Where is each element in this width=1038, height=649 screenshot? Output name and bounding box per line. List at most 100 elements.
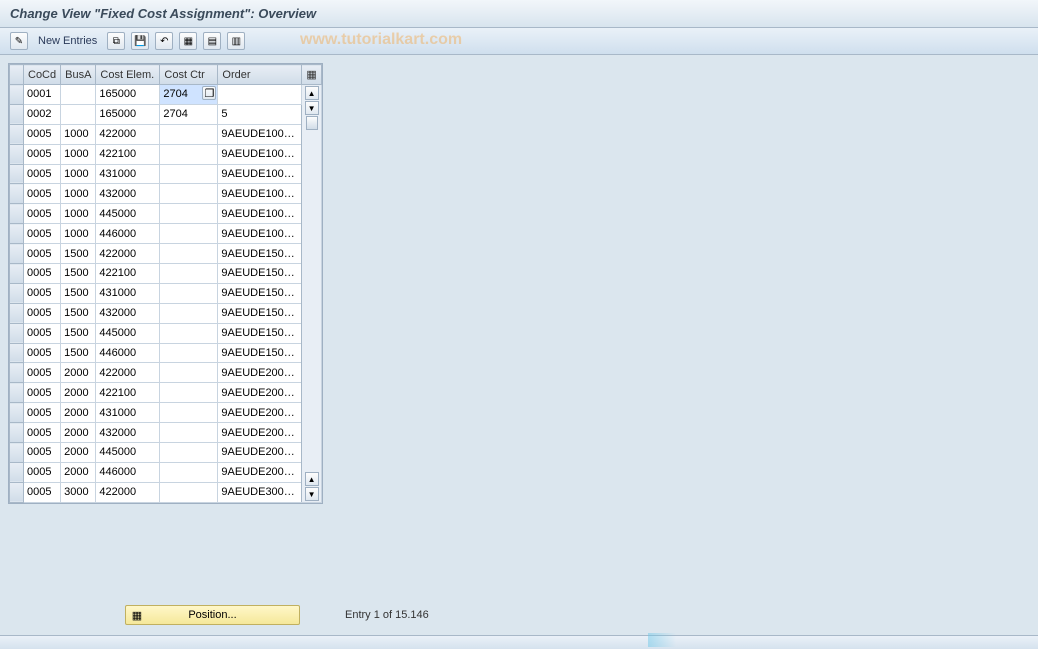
cell-order[interactable]: 9AEUDE100… bbox=[218, 184, 302, 204]
cell-busa[interactable]: 2000 bbox=[61, 462, 96, 482]
scroll-thumb[interactable] bbox=[306, 116, 318, 130]
cell-order[interactable]: 9AEUDE150… bbox=[218, 264, 302, 284]
cell-elem[interactable]: 445000 bbox=[96, 204, 160, 224]
col-header-busa[interactable]: BusA bbox=[61, 65, 96, 85]
scroll-down-icon[interactable]: ▼ bbox=[305, 101, 319, 115]
cell-order[interactable]: 9AEUDE100… bbox=[218, 164, 302, 184]
cell-busa[interactable]: 1500 bbox=[61, 303, 96, 323]
cell-busa[interactable]: 2000 bbox=[61, 443, 96, 463]
cell-ctr[interactable] bbox=[160, 423, 218, 443]
cell-cocd[interactable]: 0005 bbox=[24, 204, 61, 224]
cell-cocd[interactable]: 0005 bbox=[24, 184, 61, 204]
cell-busa[interactable]: 2000 bbox=[61, 383, 96, 403]
cell-ctr[interactable] bbox=[160, 383, 218, 403]
cell-cocd[interactable]: 0005 bbox=[24, 323, 61, 343]
cell-busa[interactable]: 1000 bbox=[61, 144, 96, 164]
cell-cocd[interactable]: 0005 bbox=[24, 423, 61, 443]
row-selector[interactable] bbox=[10, 423, 24, 443]
row-selector[interactable] bbox=[10, 144, 24, 164]
f4-help-icon[interactable]: ❐ bbox=[202, 86, 216, 100]
cell-ctr[interactable] bbox=[160, 184, 218, 204]
cell-order[interactable]: 9AEUDE200… bbox=[218, 462, 302, 482]
row-selector[interactable] bbox=[10, 383, 24, 403]
cell-ctr[interactable] bbox=[160, 403, 218, 423]
cell-busa[interactable]: 2000 bbox=[61, 403, 96, 423]
cell-cocd[interactable]: 0005 bbox=[24, 403, 61, 423]
vertical-scrollbar[interactable]: ▲▼▲▼ bbox=[302, 85, 321, 503]
cell-cocd[interactable]: 0005 bbox=[24, 443, 61, 463]
cell-busa[interactable]: 3000 bbox=[61, 482, 96, 502]
cell-elem[interactable]: 445000 bbox=[96, 443, 160, 463]
undo-icon[interactable]: ↶ bbox=[155, 32, 173, 50]
col-header-cost-ctr[interactable]: Cost Ctr bbox=[160, 65, 218, 85]
cell-elem[interactable]: 422100 bbox=[96, 264, 160, 284]
cell-cocd[interactable]: 0005 bbox=[24, 303, 61, 323]
cell-elem[interactable]: 446000 bbox=[96, 343, 160, 363]
scroll-up-icon[interactable]: ▲ bbox=[305, 86, 319, 100]
new-entries-button[interactable]: New Entries bbox=[34, 35, 101, 47]
cell-busa[interactable]: 1500 bbox=[61, 343, 96, 363]
cell-order[interactable]: 9AEUDE200… bbox=[218, 383, 302, 403]
cell-order[interactable]: 9AEUDE200… bbox=[218, 403, 302, 423]
cell-order[interactable]: 9AEUDE100… bbox=[218, 224, 302, 244]
row-selector[interactable] bbox=[10, 85, 24, 105]
cell-elem[interactable]: 165000 bbox=[96, 104, 160, 124]
cell-ctr[interactable] bbox=[160, 343, 218, 363]
row-selector[interactable] bbox=[10, 184, 24, 204]
cell-elem[interactable]: 446000 bbox=[96, 224, 160, 244]
cell-elem[interactable]: 422000 bbox=[96, 482, 160, 502]
delete-icon[interactable]: ▥ bbox=[227, 32, 245, 50]
row-selector[interactable] bbox=[10, 224, 24, 244]
cell-cocd[interactable]: 0005 bbox=[24, 244, 61, 264]
cell-cocd[interactable]: 0005 bbox=[24, 224, 61, 244]
cell-busa[interactable] bbox=[61, 104, 96, 124]
cell-order[interactable]: 9AEUDE150… bbox=[218, 283, 302, 303]
table-config-icon[interactable]: ▦ bbox=[302, 65, 321, 85]
cell-order[interactable]: 9AEUDE150… bbox=[218, 323, 302, 343]
scroll-down-icon[interactable]: ▼ bbox=[305, 487, 319, 501]
cell-ctr[interactable] bbox=[160, 283, 218, 303]
scroll-up-icon[interactable]: ▲ bbox=[305, 472, 319, 486]
copy-icon[interactable]: ⧉ bbox=[107, 32, 125, 50]
cell-elem[interactable]: 445000 bbox=[96, 323, 160, 343]
cell-busa[interactable]: 1000 bbox=[61, 204, 96, 224]
deselect-icon[interactable]: ▤ bbox=[203, 32, 221, 50]
cell-elem[interactable]: 422100 bbox=[96, 144, 160, 164]
row-selector[interactable] bbox=[10, 363, 24, 383]
cell-cocd[interactable]: 0005 bbox=[24, 482, 61, 502]
cell-ctr[interactable] bbox=[160, 244, 218, 264]
cell-order[interactable] bbox=[218, 85, 302, 105]
cell-ctr[interactable] bbox=[160, 204, 218, 224]
row-selector[interactable] bbox=[10, 164, 24, 184]
cell-ctr[interactable] bbox=[160, 124, 218, 144]
cell-elem[interactable]: 432000 bbox=[96, 184, 160, 204]
cell-elem[interactable]: 422100 bbox=[96, 383, 160, 403]
select-all-icon[interactable]: ▦ bbox=[179, 32, 197, 50]
row-selector[interactable] bbox=[10, 403, 24, 423]
cell-cocd[interactable]: 0005 bbox=[24, 283, 61, 303]
cell-order[interactable]: 9AEUDE100… bbox=[218, 144, 302, 164]
cell-busa[interactable]: 1500 bbox=[61, 264, 96, 284]
cell-elem[interactable]: 431000 bbox=[96, 283, 160, 303]
cell-ctr[interactable] bbox=[160, 264, 218, 284]
cell-ctr[interactable] bbox=[160, 363, 218, 383]
cell-busa[interactable]: 1500 bbox=[61, 323, 96, 343]
cell-order[interactable]: 9AEUDE300… bbox=[218, 482, 302, 502]
cell-busa[interactable]: 1000 bbox=[61, 124, 96, 144]
cell-ctr[interactable] bbox=[160, 164, 218, 184]
row-selector-header[interactable] bbox=[10, 65, 24, 85]
cell-cocd[interactable]: 0005 bbox=[24, 462, 61, 482]
cell-ctr[interactable]: 2704 bbox=[160, 104, 218, 124]
col-header-order[interactable]: Order bbox=[218, 65, 302, 85]
cell-cocd[interactable]: 0005 bbox=[24, 383, 61, 403]
row-selector[interactable] bbox=[10, 443, 24, 463]
row-selector[interactable] bbox=[10, 323, 24, 343]
cell-ctr[interactable] bbox=[160, 323, 218, 343]
cell-cocd[interactable]: 0005 bbox=[24, 124, 61, 144]
row-selector[interactable] bbox=[10, 244, 24, 264]
cell-ctr[interactable] bbox=[160, 462, 218, 482]
cell-ctr[interactable] bbox=[160, 224, 218, 244]
cell-ctr[interactable] bbox=[160, 482, 218, 502]
row-selector[interactable] bbox=[10, 104, 24, 124]
row-selector[interactable] bbox=[10, 204, 24, 224]
